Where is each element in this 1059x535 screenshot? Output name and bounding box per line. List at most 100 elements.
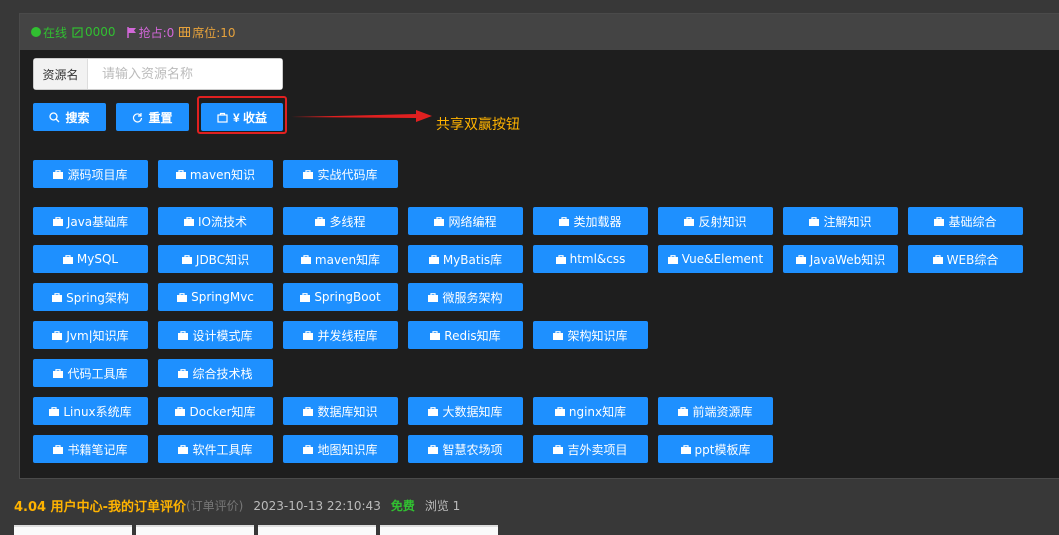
online-status: 在线 bbox=[31, 24, 67, 41]
tag-button[interactable]: 代码工具库 bbox=[33, 359, 148, 387]
bag-icon bbox=[555, 254, 566, 264]
tag-button[interactable]: 基础综合 bbox=[908, 207, 1023, 235]
tag-button[interactable]: Linux系统库 bbox=[33, 397, 148, 425]
tag-button[interactable]: Java基础库 bbox=[33, 207, 148, 235]
edit-count: 0000 bbox=[72, 25, 116, 39]
article-title[interactable]: 4.04 用户中心-我的订单评价 bbox=[14, 496, 186, 515]
tag-button[interactable]: 前端资源库 bbox=[658, 397, 773, 425]
tag-button[interactable]: 反射知识 bbox=[658, 207, 773, 235]
bag-icon bbox=[428, 292, 439, 302]
profit-button-label: ¥ 收益 bbox=[232, 110, 267, 125]
tag-button[interactable]: 软件工具库 bbox=[158, 435, 273, 463]
tag-button[interactable]: IO流技术 bbox=[158, 207, 273, 235]
tag-button[interactable]: ppt模板库 bbox=[658, 435, 773, 463]
bag-icon bbox=[680, 444, 691, 454]
online-dot-icon bbox=[31, 27, 41, 37]
tag-button[interactable]: SpringMvc bbox=[158, 283, 273, 311]
article-subtitle: (订单评价) bbox=[186, 499, 244, 513]
tag-label: 大数据知库 bbox=[442, 404, 503, 419]
tag-label: 类加载器 bbox=[573, 214, 622, 229]
tag-button[interactable]: 注解知识 bbox=[783, 207, 898, 235]
grab-value: 抢占:0 bbox=[138, 25, 175, 40]
bag-icon bbox=[428, 444, 439, 454]
tag-button[interactable]: 数据库知识 bbox=[283, 397, 398, 425]
search-label: 资源名 bbox=[34, 59, 88, 89]
bag-icon bbox=[303, 406, 314, 416]
tag-button[interactable]: 并发线程库 bbox=[283, 321, 398, 349]
reset-button[interactable]: 重置 bbox=[116, 103, 189, 131]
tag-button[interactable]: 源码项目库 bbox=[33, 160, 148, 188]
bag-icon bbox=[53, 444, 64, 454]
bag-icon bbox=[49, 406, 60, 416]
tag-button[interactable]: 类加载器 bbox=[533, 207, 648, 235]
bag-icon bbox=[52, 292, 63, 302]
search-input[interactable] bbox=[88, 59, 282, 89]
bag-icon bbox=[434, 216, 445, 226]
bag-icon bbox=[684, 216, 695, 226]
tag-button[interactable]: nginx知库 bbox=[533, 397, 648, 425]
tag-label: 前端资源库 bbox=[692, 404, 753, 419]
bag-icon bbox=[52, 216, 63, 226]
bag-icon bbox=[181, 254, 192, 264]
tag-button[interactable]: MyBatis库 bbox=[408, 245, 523, 273]
bag-icon bbox=[175, 406, 186, 416]
tag-label: 书籍笔记库 bbox=[67, 442, 128, 457]
tag-button[interactable]: 地图知识库 bbox=[283, 435, 398, 463]
tag-button[interactable]: 综合技术栈 bbox=[158, 359, 273, 387]
tag-button[interactable]: Jvm|知识库 bbox=[33, 321, 148, 349]
tag-label: 网络编程 bbox=[448, 214, 497, 229]
tag-button[interactable]: 大数据知库 bbox=[408, 397, 523, 425]
tag-button[interactable]: 智慧农场项 bbox=[408, 435, 523, 463]
tag-button[interactable]: 多线程 bbox=[283, 207, 398, 235]
tag-label: Vue&Element bbox=[681, 252, 764, 266]
thumbnail[interactable] bbox=[380, 525, 498, 535]
tag-label: 综合技术栈 bbox=[192, 366, 253, 381]
tag-button[interactable]: MySQL bbox=[33, 245, 148, 273]
tag-button[interactable]: 实战代码库 bbox=[283, 160, 398, 188]
seat-status: 席位:10 bbox=[179, 24, 236, 41]
tag-button[interactable]: maven知库 bbox=[283, 245, 398, 273]
tag-button[interactable]: 吉外卖项目 bbox=[533, 435, 648, 463]
tag-button[interactable]: SpringBoot bbox=[283, 283, 398, 311]
tag-button[interactable]: 网络编程 bbox=[408, 207, 523, 235]
tag-label: 智慧农场项 bbox=[442, 442, 503, 457]
bag-icon bbox=[559, 216, 570, 226]
tag-button[interactable]: Spring架构 bbox=[33, 283, 148, 311]
tag-button[interactable]: JDBC知识 bbox=[158, 245, 273, 273]
tag-button[interactable]: Vue&Element bbox=[658, 245, 773, 273]
bag-icon bbox=[934, 216, 945, 226]
bag-icon bbox=[795, 254, 806, 264]
tag-label: JavaWeb知识 bbox=[809, 252, 886, 267]
tag-button[interactable]: maven知识 bbox=[158, 160, 273, 188]
search-button[interactable]: 搜索 bbox=[33, 103, 106, 131]
tag-label: MyBatis库 bbox=[442, 252, 503, 267]
tag-button[interactable]: Redis知库 bbox=[408, 321, 523, 349]
thumbnail[interactable] bbox=[136, 525, 254, 535]
tag-label: WEB综合 bbox=[946, 252, 999, 267]
annotation-label: 共享双赢按钮 bbox=[436, 117, 520, 133]
view-count: 浏览 1 bbox=[424, 499, 461, 513]
bag-icon bbox=[178, 330, 189, 340]
tag-label: 微服务架构 bbox=[442, 290, 503, 305]
bag-icon bbox=[184, 216, 194, 226]
grab-status: 抢占:0 bbox=[126, 24, 175, 41]
tag-label: 吉外卖项目 bbox=[567, 442, 628, 457]
tag-button[interactable]: 微服务架构 bbox=[408, 283, 523, 311]
tag-button[interactable]: 书籍笔记库 bbox=[33, 435, 148, 463]
profit-button[interactable]: ¥ 收益 bbox=[201, 103, 283, 131]
tag-button[interactable]: Docker知库 bbox=[158, 397, 273, 425]
thumbnail[interactable] bbox=[258, 525, 376, 535]
tag-button[interactable]: 设计模式库 bbox=[158, 321, 273, 349]
tag-button[interactable]: WEB综合 bbox=[908, 245, 1023, 273]
tag-button[interactable]: 架构知识库 bbox=[533, 321, 648, 349]
tag-label: Spring架构 bbox=[66, 290, 129, 305]
resource-panel: 在线 0000 抢占:0 席位:10 资源名 搜索 重置 ¥ 收益 共享双赢按钮 bbox=[19, 13, 1059, 479]
tag-label: 软件工具库 bbox=[192, 442, 253, 457]
bag-icon bbox=[430, 330, 441, 340]
tag-button[interactable]: html&css bbox=[533, 245, 648, 273]
edit-icon bbox=[72, 26, 83, 38]
tag-label: ppt模板库 bbox=[694, 442, 751, 457]
tag-label: 架构知识库 bbox=[567, 328, 628, 343]
tag-button[interactable]: JavaWeb知识 bbox=[783, 245, 898, 273]
thumbnail[interactable] bbox=[14, 525, 132, 535]
